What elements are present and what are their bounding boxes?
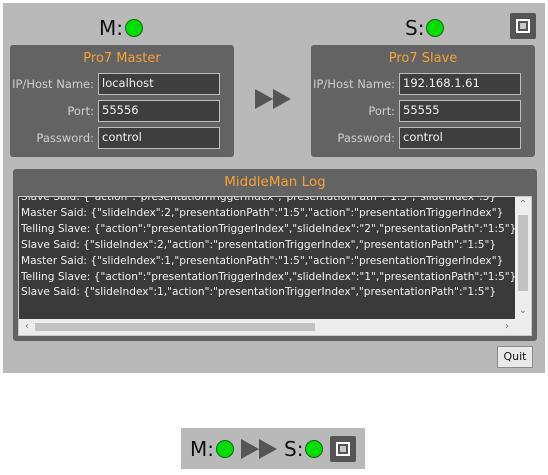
scroll-left-icon[interactable]: ‹ (19, 319, 35, 335)
mini-slave-status-icon (305, 440, 324, 458)
master-panel-title: Pro7 Master (83, 51, 161, 66)
master-status: M: (99, 16, 143, 40)
log-line: Master Said: {"slideIndex":1,"presentati… (21, 254, 504, 267)
master-port-row: Port: 55556 (10, 100, 234, 122)
log-line: Slave Said: {"action":"presentationTrigg… (21, 196, 497, 203)
log-horizontal-scrollbar[interactable]: ‹ › (19, 319, 515, 335)
horizontal-scroll-thumb[interactable] (35, 323, 315, 331)
master-ip-label: IP/Host Name: (12, 77, 94, 91)
slave-port-row: Port: 55555 (311, 100, 535, 122)
slave-panel: Pro7 Slave IP/Host Name: 192.168.1.61 Po… (311, 45, 535, 157)
master-status-label: M: (99, 16, 123, 40)
slave-password-label: Password: (337, 131, 395, 145)
log-textbox[interactable]: Slave Said: {"action":"presentationTrigg… (18, 196, 532, 336)
mini-master-status: M: (190, 437, 234, 461)
log-line: Master Said: {"slideIndex":2,"presentati… (21, 206, 504, 219)
master-ip-row: IP/Host Name: localhost (10, 73, 234, 95)
master-panel: Pro7 Master IP/Host Name: localhost Port… (10, 45, 234, 157)
play-arrow-icon (255, 89, 273, 109)
scroll-up-icon[interactable]: ⌃ (515, 197, 531, 213)
master-status-icon (125, 19, 143, 37)
log-line: Slave Said: {"slideIndex":2,"action":"pr… (21, 238, 497, 251)
mini-slave-status: S: (284, 437, 324, 461)
log-line: Slave Said: {"slideIndex":1,"action":"pr… (21, 286, 497, 299)
quit-button[interactable]: Quit (497, 346, 533, 368)
compact-status-bar: M: S: (181, 428, 365, 469)
slave-ip-input[interactable]: 192.168.1.61 (399, 73, 521, 95)
scroll-right-icon[interactable]: › (499, 319, 515, 335)
play-arrow-icon (259, 439, 277, 459)
slave-ip-row: IP/Host Name: 192.168.1.61 (311, 73, 535, 95)
mini-forward-arrows-icon (241, 439, 277, 459)
master-password-input[interactable]: control (98, 127, 220, 149)
scroll-down-icon[interactable]: ⌄ (515, 303, 531, 319)
window-toggle-icon (516, 19, 530, 33)
slave-port-input[interactable]: 55555 (399, 100, 521, 122)
master-port-label: Port: (67, 104, 94, 118)
log-lines: Slave Said: {"action":"presentationTrigg… (21, 196, 517, 301)
master-password-row: Password: control (10, 127, 234, 149)
master-password-label: Password: (36, 131, 94, 145)
forward-arrows-icon (255, 89, 291, 109)
slave-password-input[interactable]: control (399, 127, 521, 149)
compact-view-button[interactable] (510, 13, 536, 39)
slave-status: S: (405, 16, 445, 40)
scroll-corner (515, 319, 531, 335)
slave-status-label: S: (405, 16, 425, 40)
mini-master-status-label: M: (190, 437, 214, 461)
log-title: MiddleMan Log (224, 174, 326, 190)
slave-password-row: Password: control (311, 127, 535, 149)
log-line: Telling Slave: {"action":"presentationTr… (21, 270, 517, 283)
log-vertical-scrollbar[interactable]: ⌃ ⌄ (515, 197, 531, 319)
play-arrow-icon (241, 439, 259, 459)
window-toggle-icon (336, 442, 350, 456)
mini-master-status-icon (216, 440, 234, 458)
log-panel: MiddleMan Log Slave Said: {"action":"pre… (13, 169, 537, 341)
main-window: M: S: Pro7 Master IP/Host Name: localhos… (3, 3, 545, 373)
play-arrow-icon (273, 89, 291, 109)
master-ip-input[interactable]: localhost (98, 73, 220, 95)
mini-slave-status-label: S: (284, 437, 304, 461)
vertical-scroll-thumb[interactable] (518, 215, 528, 291)
slave-status-icon (426, 19, 445, 37)
slave-port-label: Port: (368, 104, 395, 118)
slave-ip-label: IP/Host Name: (313, 77, 395, 91)
mini-expand-view-button[interactable] (330, 436, 356, 462)
slave-panel-title: Pro7 Slave (388, 51, 458, 66)
master-port-input[interactable]: 55556 (98, 100, 220, 122)
log-line: Telling Slave: {"action":"presentationTr… (21, 222, 517, 235)
